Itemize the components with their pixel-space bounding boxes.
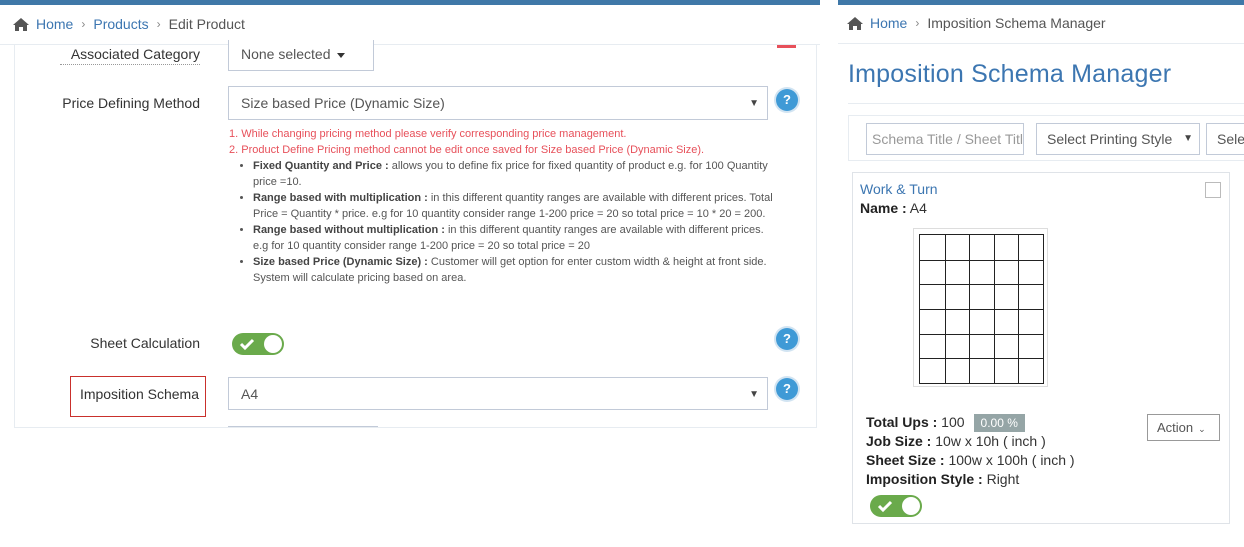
price-defining-method-select[interactable]: Size based Price (Dynamic Size) ▼ bbox=[228, 86, 768, 120]
pricing-warning-2: 2. Product Define Pricing method cannot … bbox=[229, 144, 705, 156]
breadcrumb-home-label[interactable]: Home bbox=[870, 15, 907, 31]
breadcrumb-home-link[interactable]: Home bbox=[12, 16, 73, 32]
home-icon bbox=[847, 16, 863, 30]
divider bbox=[838, 43, 1244, 44]
sheet-size-label: Sheet Size : bbox=[866, 452, 945, 468]
caret-down-icon bbox=[336, 52, 345, 58]
grid-line-horizontal bbox=[920, 284, 1043, 286]
grid-line-horizontal bbox=[920, 309, 1043, 310]
list-item: Range based without multiplication : in … bbox=[253, 222, 774, 254]
action-button[interactable]: Action ⌄ bbox=[1147, 414, 1220, 441]
breadcrumb-products-link[interactable]: Products bbox=[93, 16, 148, 32]
third-filter-select[interactable]: Select bbox=[1206, 123, 1244, 155]
imposition-grid bbox=[919, 234, 1044, 384]
schema-name-label: Name : bbox=[860, 200, 907, 216]
toggle-knob bbox=[902, 497, 920, 515]
schema-select-checkbox[interactable] bbox=[1205, 182, 1221, 198]
breadcrumb-home-link[interactable]: Home bbox=[846, 15, 907, 31]
home-icon bbox=[13, 17, 29, 31]
list-item-title: Range based without multiplication : bbox=[253, 224, 445, 236]
action-button-label: Action bbox=[1157, 420, 1194, 435]
dropdown-arrow-icon: ▼ bbox=[749, 389, 759, 400]
toggle-knob bbox=[264, 335, 282, 353]
next-field-edge bbox=[228, 426, 378, 428]
chevron-right-icon: › bbox=[81, 17, 86, 31]
imposition-style: Imposition Style : Right bbox=[866, 471, 1019, 487]
chevron-right-icon: › bbox=[156, 17, 161, 31]
list-item: Fixed Quantity and Price : allows you to… bbox=[253, 158, 774, 190]
list-item-title: Fixed Quantity and Price : bbox=[253, 160, 389, 172]
breadcrumb-current: Imposition Schema Manager bbox=[927, 15, 1106, 31]
list-item: Size based Price (Dynamic Size) : Custom… bbox=[253, 254, 774, 286]
chevron-right-icon: › bbox=[915, 16, 920, 30]
breadcrumb: Home › Imposition Schema Manager bbox=[846, 15, 1106, 31]
schema-name-value: A4 bbox=[906, 200, 927, 216]
divider bbox=[848, 103, 1244, 104]
grid-line-horizontal bbox=[920, 333, 1043, 335]
top-bar bbox=[0, 0, 820, 5]
edit-product-panel: Home › Products › Edit Product Associate… bbox=[0, 0, 820, 428]
schema-active-toggle[interactable] bbox=[870, 495, 922, 517]
grid-line-horizontal bbox=[920, 259, 1043, 261]
imposition-schema-manager-panel: Home › Imposition Schema Manager Imposit… bbox=[838, 0, 1244, 547]
dropdown-arrow-icon: ▼ bbox=[749, 98, 759, 109]
schema-name: Name : A4 bbox=[860, 200, 927, 216]
schema-search-input[interactable]: Schema Title / Sheet Title bbox=[866, 123, 1024, 155]
associated-category-dropdown[interactable]: None selected bbox=[228, 40, 374, 71]
job-size-label: Job Size : bbox=[866, 433, 932, 449]
printing-style-value: Select Printing Style bbox=[1047, 131, 1173, 147]
price-defining-method-value: Size based Price (Dynamic Size) bbox=[241, 95, 445, 111]
top-bar bbox=[838, 0, 1244, 5]
imposition-schema-label: Imposition Schema bbox=[70, 376, 206, 417]
pricing-method-list: Fixed Quantity and Price : allows you to… bbox=[229, 158, 774, 286]
schema-card: Work & Turn Name : A4 Total Ups : 100 0.0… bbox=[852, 172, 1230, 524]
third-filter-value: Select bbox=[1217, 131, 1244, 147]
page-title: Imposition Schema Manager bbox=[848, 60, 1172, 88]
help-icon[interactable]: ? bbox=[776, 89, 798, 111]
breadcrumb-current: Edit Product bbox=[168, 16, 245, 32]
error-indicator bbox=[777, 45, 796, 48]
check-icon bbox=[877, 500, 893, 513]
sheet-size-value: 100w x 100h ( inch ) bbox=[944, 452, 1075, 468]
total-ups-label: Total Ups : bbox=[866, 414, 938, 430]
sheet-size: Sheet Size : 100w x 100h ( inch ) bbox=[866, 452, 1075, 468]
check-icon bbox=[239, 338, 255, 351]
imposition-style-label: Imposition Style : bbox=[866, 471, 983, 487]
pricing-notes: 1. While changing pricing method please … bbox=[229, 126, 774, 286]
help-icon[interactable]: ? bbox=[776, 328, 798, 350]
screen: Home › Products › Edit Product Associate… bbox=[0, 0, 1244, 547]
schema-card-title[interactable]: Work & Turn bbox=[860, 181, 938, 197]
sheet-calculation-label: Sheet Calculation bbox=[90, 335, 200, 351]
associated-category-value: None selected bbox=[241, 46, 331, 62]
job-size-value: 10w x 10h ( inch ) bbox=[931, 433, 1046, 449]
total-ups: Total Ups : 100 0.00 % bbox=[866, 414, 1025, 432]
breadcrumb-home-label[interactable]: Home bbox=[36, 16, 73, 32]
job-size: Job Size : 10w x 10h ( inch ) bbox=[866, 433, 1046, 449]
imposition-schema-select[interactable]: A4 ▼ bbox=[228, 377, 768, 410]
percent-badge: 0.00 % bbox=[973, 414, 1025, 432]
imposition-style-value: Right bbox=[982, 471, 1020, 487]
help-icon[interactable]: ? bbox=[776, 378, 798, 400]
associated-category-label: Associated Category bbox=[60, 46, 200, 65]
printing-style-select[interactable]: Select Printing Style ▼ bbox=[1036, 123, 1200, 155]
list-item-title: Size based Price (Dynamic Size) : bbox=[253, 256, 428, 268]
imposition-schema-value: A4 bbox=[241, 386, 259, 402]
pricing-warning-1: 1. While changing pricing method please … bbox=[229, 128, 627, 140]
dropdown-arrow-icon: ▼ bbox=[1183, 133, 1193, 144]
grid-line-horizontal bbox=[920, 358, 1043, 360]
price-defining-method-label: Price Defining Method bbox=[62, 95, 200, 111]
list-item: Range based with multiplication : in thi… bbox=[253, 190, 774, 222]
sheet-calculation-toggle[interactable] bbox=[232, 333, 284, 355]
breadcrumb: Home › Products › Edit Product bbox=[12, 16, 245, 32]
chevron-down-icon: ⌄ bbox=[1198, 424, 1206, 434]
list-item-title: Range based with multiplication : bbox=[253, 192, 428, 204]
imposition-preview bbox=[913, 228, 1048, 387]
total-ups-value: 100 bbox=[937, 414, 965, 430]
